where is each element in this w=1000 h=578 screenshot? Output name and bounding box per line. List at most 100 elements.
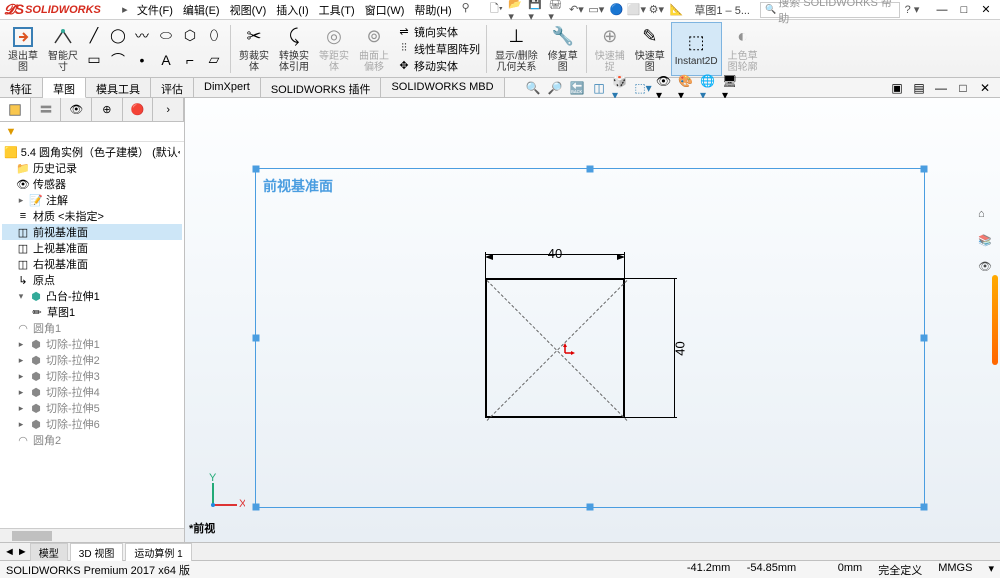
tree-fillet1[interactable]: ◠圆角1 (2, 320, 182, 336)
pin-icon[interactable]: ⚲ (458, 0, 474, 16)
open-icon[interactable]: 📂▾ (508, 2, 524, 18)
settings-icon[interactable]: ⚙▾ (648, 2, 664, 18)
btab-3dview[interactable]: 3D 视图 (70, 543, 124, 561)
plane-icon[interactable]: ▱ (204, 50, 224, 70)
rapid-sketch-button[interactable]: ✎快速草 图 (631, 22, 669, 76)
doc-min-icon[interactable]: — (932, 79, 950, 97)
property-tab[interactable] (31, 98, 62, 121)
appearance-tab[interactable]: 🔴 (123, 98, 154, 121)
tree-fillet2[interactable]: ◠圆角2 (2, 432, 182, 448)
rail-home-icon[interactable]: ⌂ (978, 208, 998, 228)
exit-sketch-button[interactable]: 退出草 图 (4, 22, 42, 76)
options-icon[interactable]: ⬜▾ (628, 2, 644, 18)
prev-view-icon[interactable]: 🔙 (568, 79, 586, 97)
tab-sketch[interactable]: 草图 (43, 78, 86, 98)
close-button[interactable]: ✕ (976, 2, 996, 18)
display-tab[interactable]: ⊕ (92, 98, 123, 121)
offset-surface-button[interactable]: ⊚曲面上 偏移 (355, 22, 393, 76)
minimize-button[interactable]: — (932, 2, 952, 18)
tree-origin[interactable]: ↳原点 (2, 272, 182, 288)
apply-scene-icon[interactable]: 🌐▾ (700, 79, 718, 97)
tree-root[interactable]: 🟨5.4 圆角实例（色子建模） (默认<<默认 (2, 144, 182, 160)
filter-icon[interactable]: ▼ (4, 125, 18, 139)
tree-cut6[interactable]: ▸⬢切除-拉伸6 (2, 416, 182, 432)
smart-dimension-button[interactable]: 智能尺 寸 (44, 22, 82, 76)
shaded-contour-button[interactable]: ◐上色草 图轮廓 (724, 22, 762, 76)
tab-dimxpert[interactable]: DimXpert (194, 78, 261, 97)
slot-icon[interactable]: ⬭ (156, 26, 176, 46)
print-icon[interactable]: 🖨▾ (548, 2, 564, 18)
tree-sensors[interactable]: 👁传感器 (2, 176, 182, 192)
hide-show-icon[interactable]: 👁▾ (656, 79, 674, 97)
dropdown-icon[interactable]: ▸ (117, 2, 133, 18)
tree-cut4[interactable]: ▸⬢切除-拉伸4 (2, 384, 182, 400)
instant2d-button[interactable]: ⬚Instant2D (671, 22, 722, 76)
mirror-button[interactable]: ⇌镜向实体 (395, 24, 482, 40)
expand-tab[interactable]: › (153, 98, 184, 121)
tab-feature[interactable]: 特征 (0, 78, 43, 97)
tree-history[interactable]: 📁历史记录 (2, 160, 182, 176)
ellipse-icon[interactable]: ⬯ (204, 26, 224, 46)
tree-material[interactable]: ≡材质 <未指定> (2, 208, 182, 224)
menu-tools[interactable]: 工具(T) (315, 0, 359, 20)
trim-button[interactable]: ✂剪裁实 体 (235, 22, 273, 76)
convert-button[interactable]: ⤹转换实 体引用 (275, 22, 313, 76)
rebuild-icon[interactable]: 🔵 (608, 2, 624, 18)
maximize-button[interactable]: □ (954, 2, 974, 18)
save-icon[interactable]: 💾▾ (528, 2, 544, 18)
tree-cut2[interactable]: ▸⬢切除-拉伸2 (2, 352, 182, 368)
tree-notes[interactable]: ▸📝注解 (2, 192, 182, 208)
zoom-area-icon[interactable]: 🔎 (546, 79, 564, 97)
search-input[interactable]: 搜索 SOLIDWORKS 帮助 (760, 2, 900, 18)
tab-plugin[interactable]: SOLIDWORKS 插件 (261, 78, 382, 97)
help-icon[interactable]: ? ▾ (904, 2, 920, 18)
tree-rightplane[interactable]: ◫右视基准面 (2, 256, 182, 272)
show-delete-relations-button[interactable]: ⊥显示/删除 几何关系 (491, 22, 542, 76)
circle-icon[interactable]: ◯ (108, 26, 128, 46)
status-units[interactable]: MMGS (938, 562, 972, 578)
feature-tree-tab[interactable] (0, 98, 31, 121)
tree-frontplane[interactable]: ◫前视基准面 (2, 224, 182, 240)
status-more-icon[interactable]: ▾ (988, 562, 994, 578)
nav-right-icon[interactable]: ► (17, 546, 28, 558)
move-button[interactable]: ✥移动实体 (395, 58, 482, 74)
tree-cut3[interactable]: ▸⬢切除-拉伸3 (2, 368, 182, 384)
rail-library-icon[interactable]: 📚 (978, 234, 998, 254)
sidebar-scrollbar[interactable] (0, 528, 184, 542)
view-settings-icon[interactable]: 🖥▾ (722, 79, 740, 97)
linear-pattern-button[interactable]: ⫶⫶线性草图阵列 (395, 41, 482, 57)
tab-mbd[interactable]: SOLIDWORKS MBD (381, 78, 504, 97)
view-orient-icon[interactable]: 🎲▾ (612, 79, 630, 97)
new-icon[interactable]: 🗋▾ (488, 2, 504, 18)
config-tab[interactable]: 👁 (61, 98, 92, 121)
doc-max-icon[interactable]: □ (954, 79, 972, 97)
select-icon[interactable]: ▭▾ (588, 2, 604, 18)
spline-icon[interactable]: 〰 (132, 26, 152, 46)
offset-button[interactable]: ◎等距实 体 (315, 22, 353, 76)
doc-close-icon[interactable]: ✕ (976, 79, 994, 97)
menu-insert[interactable]: 插入(I) (272, 0, 312, 20)
section-icon[interactable]: ◫ (590, 79, 608, 97)
tree-boss1[interactable]: ▾⬢凸台-拉伸1 (2, 288, 182, 304)
measure-icon[interactable]: 📐 (668, 2, 684, 18)
tree-cut5[interactable]: ▸⬢切除-拉伸5 (2, 400, 182, 416)
tree-sketch1[interactable]: ✏草图1 (2, 304, 182, 320)
menu-window[interactable]: 窗口(W) (361, 0, 409, 20)
tab-mold[interactable]: 模具工具 (86, 78, 151, 97)
tree-cut1[interactable]: ▸⬢切除-拉伸1 (2, 336, 182, 352)
doc-window-icon[interactable]: ▤ (910, 79, 928, 97)
point-icon[interactable]: • (132, 50, 152, 70)
text-icon[interactable]: A (156, 50, 176, 70)
zoom-slider[interactable] (992, 275, 998, 365)
edit-appearance-icon[interactable]: 🎨▾ (678, 79, 696, 97)
breadcrumb[interactable]: 草图1 – 5... (688, 0, 756, 20)
btab-motion[interactable]: 运动算例 1 (125, 543, 191, 561)
btab-model[interactable]: 模型 (30, 543, 68, 561)
arc-icon[interactable]: ⌒ (108, 50, 128, 70)
zoom-fit-icon[interactable]: 🔍 (524, 79, 542, 97)
menu-edit[interactable]: 编辑(E) (179, 0, 224, 20)
repair-sketch-button[interactable]: 🔧修复草 图 (544, 22, 582, 76)
rect-icon[interactable]: ▭ (84, 50, 104, 70)
fillet-icon[interactable]: ⌐ (180, 50, 200, 70)
undo-icon[interactable]: ↶▾ (568, 2, 584, 18)
